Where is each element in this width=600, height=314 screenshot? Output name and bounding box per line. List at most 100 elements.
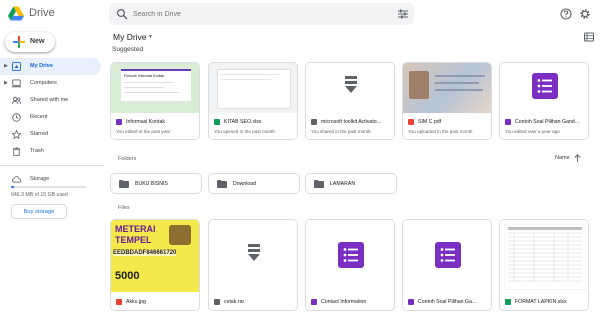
file-thumbnail	[209, 220, 297, 292]
suggested-card[interactable]: microsoft toolkit Activato... You shared…	[305, 62, 395, 140]
drive-app: Drive Search in Drive New ▶ My Drive ▶ C…	[0, 0, 600, 314]
expand-caret-icon[interactable]: ▶	[4, 80, 8, 86]
file-caption: Contoh Soal Pilihan Ga...	[403, 292, 491, 310]
file-thumbnail	[500, 220, 588, 292]
storage-meter-fill	[11, 186, 15, 188]
trash-icon	[12, 147, 21, 156]
expand-caret-icon[interactable]: ▶	[4, 63, 8, 69]
search-input[interactable]	[133, 6, 383, 22]
new-button-label: New	[30, 38, 45, 45]
stamp-text-meterai: METERAI	[115, 224, 156, 234]
suggested-heading: Suggested	[112, 46, 144, 53]
storage-label: Storage	[30, 176, 50, 182]
file-caption: cetak.rar	[209, 292, 297, 310]
gear-icon[interactable]	[579, 8, 591, 20]
file-caption: Contact Information	[306, 292, 394, 310]
buy-storage-label: Buy storage	[23, 209, 55, 215]
folders-heading: Folders	[118, 156, 137, 162]
forms-icon	[116, 119, 122, 125]
sidebar-item-label: Trash	[30, 148, 44, 154]
folder-item[interactable]: Download	[208, 173, 300, 194]
file-card[interactable]: Contoh Soal Pilihan Ga...	[402, 219, 492, 311]
file-name: SIM C.pdf	[418, 119, 442, 125]
file-caption: FORMAT LAPKIN.xlsx	[500, 292, 588, 310]
forms-icon	[505, 119, 511, 125]
file-caption: SIM C.pdf You uploaded in the past month	[403, 113, 491, 139]
list-view-icon[interactable]	[584, 32, 594, 42]
sidebar-item-recent[interactable]: Recent	[0, 109, 101, 126]
file-name: KITAB SEO.xlsx	[224, 119, 262, 125]
file-card[interactable]: Contact Information	[305, 219, 395, 311]
archive-file-icon	[311, 119, 317, 125]
search-options-icon[interactable]	[397, 8, 409, 20]
folder-icon	[314, 180, 324, 188]
sidebar-item-label: Shared with me	[30, 97, 69, 103]
sheets-icon	[505, 299, 511, 305]
folder-name: BUKU BISNIS	[135, 181, 168, 187]
file-thumbnail: Formulir Informasi Kontak	[111, 63, 199, 113]
file-thumbnail	[209, 63, 297, 113]
folder-item[interactable]: LAMARAN	[305, 173, 397, 194]
sidebar-item-label: Recent	[30, 114, 48, 120]
file-card[interactable]: cetak.rar	[208, 219, 298, 311]
file-card[interactable]: METERAI TEMPEL EEDBDADF846661720 5000 Ak…	[110, 219, 200, 311]
file-caption: KITAB SEO.xlsx You opened in the past mo…	[209, 113, 297, 139]
file-name: microsoft toolkit Activato...	[321, 119, 381, 125]
new-button[interactable]: New	[5, 32, 55, 52]
sidebar-item-computers[interactable]: ▶ Computers	[0, 75, 101, 92]
file-activity: You edited in the past year	[116, 129, 171, 134]
sort-by-name-button[interactable]: Name	[555, 155, 570, 161]
file-thumbnail	[403, 220, 491, 292]
file-activity: You opened in the past month	[214, 129, 275, 134]
suggested-card[interactable]: Contoh Soal Pilihan Gand... You edited o…	[499, 62, 589, 140]
forms-icon	[311, 299, 317, 305]
file-name: FORMAT LAPKIN.xlsx	[515, 299, 567, 305]
file-caption: Akku.jpg	[111, 292, 199, 310]
form-preview: Formulir Informasi Kontak	[121, 69, 191, 101]
folder-icon	[119, 180, 129, 188]
sheets-icon	[214, 119, 220, 125]
plus-icon	[13, 36, 25, 48]
suggested-card[interactable]: Formulir Informasi Kontak Informasi Kont…	[110, 62, 200, 140]
sidebar-item-label: Starred	[30, 131, 49, 137]
search-icon[interactable]	[116, 8, 128, 20]
suggested-card[interactable]: SIM C.pdf You uploaded in the past month	[402, 62, 492, 140]
buy-storage-button[interactable]: Buy storage	[11, 204, 67, 219]
file-thumbnail: METERAI TEMPEL EEDBDADF846661720 5000	[111, 220, 199, 292]
file-name: Contact Information	[321, 299, 367, 305]
archive-icon	[248, 244, 260, 261]
emblem	[169, 225, 191, 245]
sidebar-item-shared-with-me[interactable]: Shared with me	[0, 92, 101, 109]
star-icon	[12, 130, 21, 139]
forms-icon	[408, 299, 414, 305]
file-name: Informasi Kontak	[126, 119, 165, 125]
file-activity: You shared in the past month	[311, 129, 371, 134]
search-bar[interactable]	[109, 3, 414, 25]
folder-item[interactable]: BUKU BISNIS	[110, 173, 202, 194]
sidebar-item-trash[interactable]: Trash	[0, 143, 101, 160]
file-thumbnail	[306, 220, 394, 292]
form-preview-title: Formulir Informasi Kontak	[124, 74, 165, 78]
sidebar-item-starred[interactable]: Starred	[0, 126, 101, 143]
image-file-icon	[116, 299, 122, 305]
arrow-up-icon[interactable]	[574, 154, 581, 162]
id-photo	[409, 71, 429, 99]
stamp-text-tempel: TEMPEL	[115, 235, 152, 245]
suggested-card[interactable]: KITAB SEO.xlsx You opened in the past mo…	[208, 62, 298, 140]
file-name: Contoh Soal Pilihan Ga...	[418, 299, 477, 305]
app-name[interactable]: Drive	[29, 7, 55, 19]
drive-logo-icon[interactable]	[8, 6, 24, 21]
help-icon[interactable]	[560, 8, 572, 20]
sidebar-item-my-drive[interactable]: ▶ My Drive	[0, 58, 101, 75]
spreadsheet-preview	[504, 224, 586, 290]
folder-icon	[217, 180, 227, 188]
sheet-preview	[217, 69, 291, 109]
file-thumbnail	[403, 63, 491, 113]
chevron-down-icon[interactable]: ▼	[148, 34, 153, 40]
my-drive-icon	[12, 62, 21, 71]
file-name: Contoh Soal Pilihan Gand...	[515, 119, 580, 125]
top-bar: Drive	[0, 0, 600, 28]
folder-name: LAMARAN	[330, 181, 356, 187]
page-title[interactable]: My Drive	[113, 32, 147, 42]
file-card[interactable]: FORMAT LAPKIN.xlsx	[499, 219, 589, 311]
